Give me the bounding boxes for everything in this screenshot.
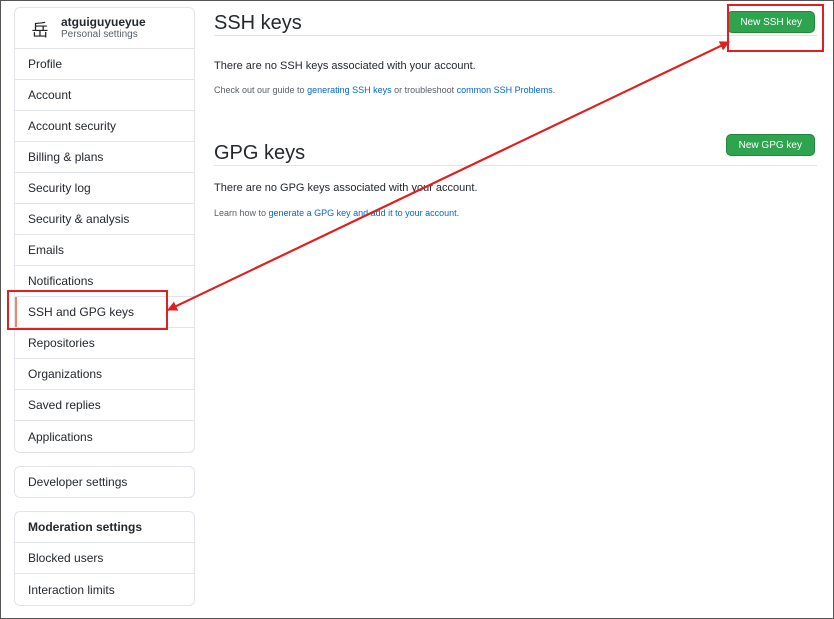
ssh-hint-text-3: .: [552, 85, 556, 95]
gpg-hint-text-2: .: [456, 208, 460, 218]
sidebar-item-organizations[interactable]: Organizations: [15, 359, 194, 390]
ssh-hint-text-2: or troubleshoot: [391, 85, 457, 95]
sidebar-item-ssh-and-gpg-keys[interactable]: SSH and GPG keys: [15, 297, 194, 328]
moderation-items: Blocked users Interaction limits: [15, 543, 194, 605]
settings-sidebar: 岳 atguiguyueyue Personal settings Profil…: [14, 7, 195, 453]
ssh-hint-text-1: Check out our guide to: [214, 85, 308, 95]
user-info: atguiguyueyue Personal settings: [61, 15, 146, 41]
moderation-settings-menu: Moderation settings Blocked users Interac…: [14, 511, 195, 606]
sidebar-item-billing-plans[interactable]: Billing & plans: [15, 142, 194, 173]
sidebar-item-applications[interactable]: Applications: [15, 421, 194, 452]
common-ssh-problems-link[interactable]: common SSH Problems: [457, 85, 553, 95]
sidebar-items: Profile Account Account security Billing & …: [15, 49, 194, 452]
ssh-hint: Check out our guide to generating SSH ke…: [214, 85, 555, 95]
gpg-empty-message: There are no GPG keys associated with yo…: [214, 182, 478, 194]
sidebar-item-security-analysis[interactable]: Security & analysis: [15, 204, 194, 235]
sidebar-item-notifications[interactable]: Notifications: [15, 266, 194, 297]
moderation-settings-heading: Moderation settings: [15, 512, 194, 543]
sidebar-item-developer-settings[interactable]: Developer settings: [14, 466, 195, 498]
gpg-hint: Learn how to generate a GPG key and add …: [214, 208, 459, 218]
avatar[interactable]: 岳: [29, 17, 51, 41]
gpg-hint-text-1: Learn how to: [214, 208, 269, 218]
generating-ssh-keys-link[interactable]: generating SSH keys: [307, 85, 392, 95]
sidebar-item-repositories[interactable]: Repositories: [15, 328, 194, 359]
new-gpg-key-button[interactable]: New GPG key: [725, 134, 815, 156]
sidebar-item-emails[interactable]: Emails: [15, 235, 194, 266]
user-subtitle: Personal settings: [61, 29, 138, 41]
sidebar-user-header[interactable]: 岳 atguiguyueyue Personal settings: [15, 8, 194, 49]
sidebar-item-security-log[interactable]: Security log: [15, 173, 194, 204]
sidebar-item-interaction-limits[interactable]: Interaction limits: [15, 574, 194, 605]
ssh-empty-message: There are no SSH keys associated with yo…: [214, 60, 476, 72]
gpg-keys-title: GPG keys: [214, 142, 306, 164]
sidebar-item-account-security[interactable]: Account security: [15, 111, 194, 142]
sidebar-item-blocked-users[interactable]: Blocked users: [15, 543, 194, 574]
username[interactable]: atguiguyueyue: [61, 15, 146, 29]
sidebar-item-profile[interactable]: Profile: [15, 49, 194, 80]
generate-gpg-key-link[interactable]: generate a GPG key and add it to your ac…: [269, 208, 457, 218]
sidebar-item-account[interactable]: Account: [15, 80, 194, 111]
new-ssh-key-button[interactable]: New SSH key: [727, 11, 815, 33]
ssh-keys-title: SSH keys: [214, 12, 302, 34]
sidebar-item-saved-replies[interactable]: Saved replies: [15, 390, 194, 421]
